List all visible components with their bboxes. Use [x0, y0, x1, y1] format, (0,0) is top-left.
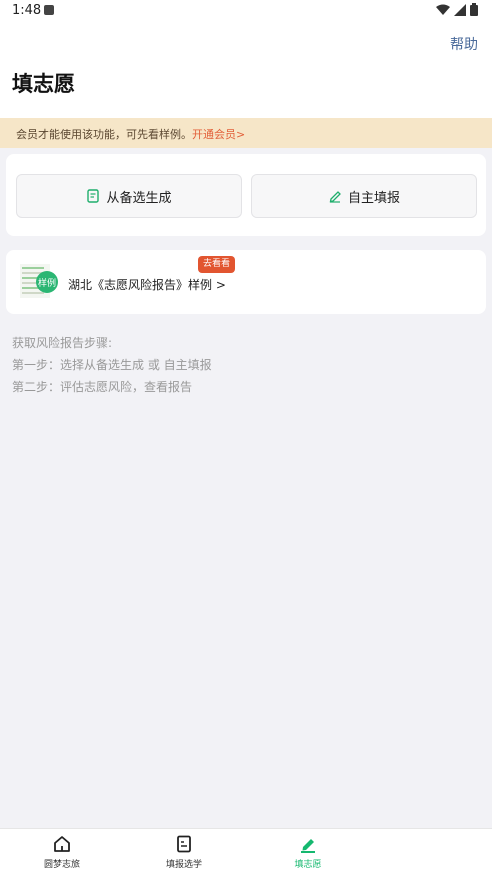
pen-icon	[301, 839, 315, 853]
report-steps: 获取风险报告步骤: 第一步：选择从备选生成 或 自主填报 第二步：评估志愿风险，…	[12, 332, 212, 398]
sample-report-link[interactable]: 湖北《志愿风险报告》样例 >	[68, 276, 226, 293]
tab-fill-application[interactable]: 填志愿	[248, 835, 368, 870]
status-time: 1:48	[12, 3, 42, 18]
go-see-tag[interactable]: 去看看	[198, 256, 236, 273]
wifi-icon	[436, 4, 450, 15]
open-membership-link[interactable]: 开通会员>	[192, 128, 245, 141]
page-header: 帮助 填志愿	[0, 22, 492, 118]
steps-heading: 获取风险报告步骤:	[12, 336, 113, 350]
sample-badge: 样例	[36, 271, 58, 293]
self-fill-label: 自主填报	[347, 190, 400, 206]
sample-report-card[interactable]: 样例 湖北《志愿风险报告》样例 > 去看看	[6, 250, 486, 314]
page-title: 填志愿	[12, 72, 75, 96]
self-fill-button[interactable]: 自主填报	[251, 174, 477, 218]
action-card: 从备选生成 自主填报	[6, 154, 486, 236]
tab-fill-select[interactable]: 填报选学	[124, 835, 244, 870]
tab-fill-select-label: 填报选学	[165, 860, 202, 870]
document-icon	[87, 189, 100, 203]
tab-dream-journey-label: 圆梦志旅	[43, 860, 80, 870]
signal-icon	[454, 3, 466, 16]
battery-icon	[470, 3, 478, 16]
banner-text: 会员才能使用该功能，可先看样例。	[16, 128, 192, 141]
bottom-nav: 圆梦志旅 填报选学 填志愿	[0, 828, 492, 877]
status-bar: 1:48	[0, 0, 492, 22]
home-icon	[54, 836, 70, 852]
help-button[interactable]: 帮助	[450, 34, 478, 54]
tab-fill-application-label: 填志愿	[294, 860, 322, 870]
membership-banner: 会员才能使用该功能，可先看样例。开通会员>	[0, 118, 492, 148]
edit-icon	[329, 191, 341, 203]
generate-from-candidates-button[interactable]: 从备选生成	[16, 174, 242, 218]
step-one: 第一步：选择从备选生成 或 自主填报	[12, 358, 212, 372]
generate-from-candidates-label: 从备选生成	[106, 190, 172, 206]
banner-text-wrap: 会员才能使用该功能，可先看样例。开通会员>	[16, 126, 245, 142]
system-icons	[436, 3, 478, 16]
notebook-icon	[177, 835, 191, 853]
notification-icon	[44, 5, 54, 15]
tab-dream-journey[interactable]: 圆梦志旅	[2, 835, 122, 870]
step-two: 第二步：评估志愿风险，查看报告	[12, 380, 193, 394]
